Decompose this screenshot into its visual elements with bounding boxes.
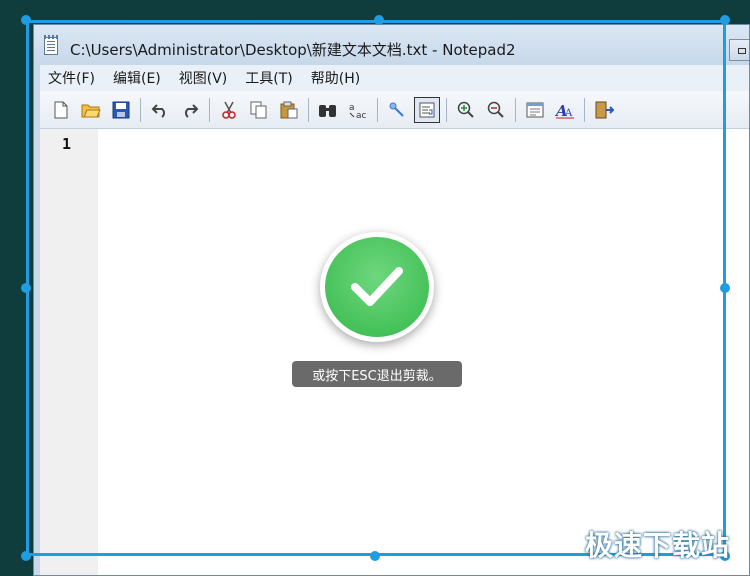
resize-handle-top-right[interactable] <box>720 15 730 25</box>
resize-handle-left[interactable] <box>21 283 31 293</box>
site-watermark: 极速下载站 <box>584 529 730 562</box>
capture-hint-toast: 或按下ESC退出剪裁。 <box>292 361 462 387</box>
resize-handle-top-left[interactable] <box>21 15 31 25</box>
checkmark-icon <box>351 267 403 306</box>
success-badge <box>320 232 434 342</box>
resize-handle-top[interactable] <box>374 15 384 25</box>
resize-handle-right[interactable] <box>720 283 730 293</box>
resize-handle-bottom[interactable] <box>370 551 380 561</box>
resize-handle-bottom-left[interactable] <box>21 551 31 561</box>
restore-button[interactable] <box>729 39 749 61</box>
success-circle <box>325 237 429 337</box>
